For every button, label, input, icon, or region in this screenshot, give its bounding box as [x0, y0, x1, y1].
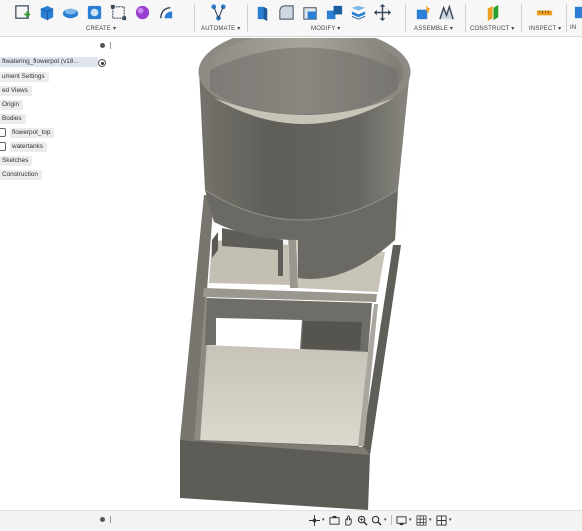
create-menu[interactable]: CREATE ▾	[86, 25, 116, 32]
visibility-toggle-icon[interactable]	[0, 128, 6, 137]
new-component-icon[interactable]	[412, 2, 433, 23]
tree-item-body-flowerpot-top[interactable]: flowerpot_top	[10, 128, 55, 138]
inspect-menu[interactable]: INSPECT ▾	[529, 25, 561, 32]
browser-root-file[interactable]: ftwatering_flowerpot (v18...	[0, 57, 98, 67]
create-group: CREATE ▾	[12, 0, 190, 36]
viewports-icon[interactable]	[435, 514, 447, 526]
toolbar-separator	[465, 4, 466, 32]
rectangle-icon[interactable]	[108, 2, 129, 23]
viewport-top-edge	[113, 37, 582, 38]
browser-header	[0, 40, 113, 50]
tree-item-body-watertanks[interactable]: watertanks	[10, 142, 47, 152]
move-icon[interactable]	[372, 2, 393, 23]
automate-group: AUTOMATE ▾	[200, 0, 244, 36]
chevron-down-icon[interactable]: ▾	[322, 515, 326, 525]
chevron-down-icon[interactable]: ▾	[384, 515, 388, 525]
revolve-icon[interactable]	[156, 2, 177, 23]
assemble-group: ASSEMBLE ▾	[410, 0, 462, 36]
hole-icon[interactable]	[84, 2, 105, 23]
tree-item-construction[interactable]: Construction	[0, 170, 42, 180]
bottom-navigation-bar: ▾ ▾ ▾ ▾ ▾	[0, 510, 582, 531]
pan-icon[interactable]	[342, 514, 354, 526]
construct-menu[interactable]: CONSTRUCT ▾	[470, 25, 514, 32]
tree-item-named-views[interactable]: ed Views	[0, 86, 32, 96]
sketch-icon[interactable]	[12, 2, 33, 23]
tray-floor-lower	[194, 345, 368, 446]
grid-icon[interactable]	[415, 514, 427, 526]
press-pull-icon[interactable]	[252, 2, 273, 23]
tree-item-document-settings[interactable]: ument Settings	[0, 72, 49, 82]
measure-icon[interactable]	[534, 2, 555, 23]
tree-item-origin[interactable]: Origin	[0, 100, 24, 110]
sweep-icon[interactable]	[60, 2, 81, 23]
browser-panel: ftwatering_flowerpot (v18... ument Setti…	[0, 40, 113, 190]
chevron-down-icon[interactable]: ▾	[409, 515, 413, 525]
display-settings-icon[interactable]	[395, 514, 407, 526]
panel-resize-handle[interactable]	[110, 42, 111, 49]
automate-menu[interactable]: AUTOMATE ▾	[201, 25, 240, 32]
nav-separator	[391, 515, 392, 525]
insert-icon[interactable]	[572, 2, 582, 23]
split-icon[interactable]	[348, 2, 369, 23]
fillet-icon[interactable]	[276, 2, 297, 23]
insert-menu[interactable]: IN	[570, 25, 576, 31]
panel-resize-handle[interactable]	[110, 516, 111, 523]
box-icon[interactable]	[36, 2, 57, 23]
joint-icon[interactable]	[436, 2, 457, 23]
active-component-radio[interactable]	[98, 59, 106, 67]
divider-notch	[302, 321, 362, 350]
combine-icon[interactable]	[324, 2, 345, 23]
offset-plane-icon[interactable]	[483, 2, 504, 23]
form-icon[interactable]	[132, 2, 153, 23]
navigation-tools: ▾ ▾ ▾ ▾ ▾	[308, 514, 453, 526]
tree-item-sketches[interactable]: Sketches	[0, 156, 33, 166]
inspect-group: INSPECT ▾	[526, 0, 566, 36]
tree-item-bodies[interactable]: Bodies	[0, 114, 26, 124]
toolbar-separator	[405, 4, 406, 32]
automate-icon[interactable]	[208, 2, 229, 23]
orbit-icon[interactable]	[308, 514, 320, 526]
construct-group: CONSTRUCT ▾	[469, 0, 519, 36]
modify-menu[interactable]: MODIFY ▾	[311, 25, 341, 32]
insert-group: IN	[570, 0, 582, 36]
flowerpot-model[interactable]	[113, 37, 582, 510]
chevron-down-icon[interactable]: ▾	[429, 515, 433, 525]
comments-panel-header	[0, 513, 113, 525]
chevron-down-icon[interactable]: ▾	[449, 515, 453, 525]
toolbar-separator	[566, 4, 567, 32]
collapse-icon[interactable]	[100, 43, 105, 48]
modify-group: MODIFY ▾	[252, 0, 404, 36]
shell-icon[interactable]	[300, 2, 321, 23]
canvas-viewport[interactable]	[113, 37, 582, 510]
toolbar-separator	[521, 4, 522, 32]
toolbar: CREATE ▾ AUTOMATE ▾ MODIFY ▾ ASSEMBLE ▾ …	[0, 0, 582, 37]
look-at-icon[interactable]	[328, 514, 340, 526]
visibility-toggle-icon[interactable]	[0, 142, 6, 151]
zoom-icon[interactable]	[356, 514, 368, 526]
assemble-menu[interactable]: ASSEMBLE ▾	[414, 25, 453, 32]
toolbar-separator	[247, 4, 248, 32]
toolbar-separator	[194, 4, 195, 32]
expand-icon[interactable]	[100, 517, 105, 522]
fit-icon[interactable]	[370, 514, 382, 526]
